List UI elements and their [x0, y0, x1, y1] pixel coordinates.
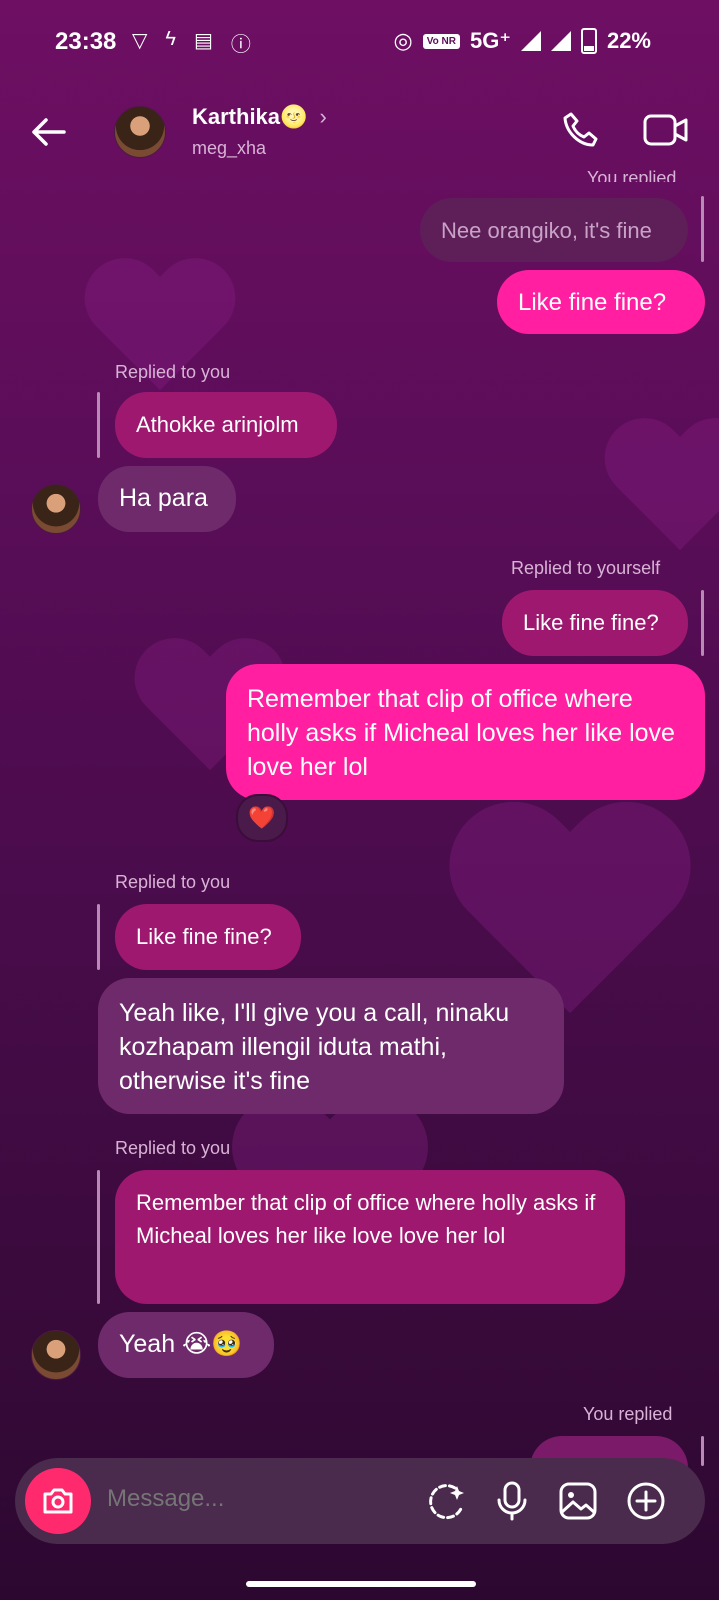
phone-call-icon[interactable]: [561, 110, 601, 150]
message-input[interactable]: [105, 1484, 409, 1514]
message-bubble-received[interactable]: Yeah 😭🥹: [98, 1312, 274, 1378]
chat-header: Karthika🌝 › meg_xha: [0, 86, 719, 176]
message-bubble-sent[interactable]: Like fine fine?: [497, 270, 705, 334]
video-call-icon[interactable]: [643, 112, 689, 148]
status-bar: 23:38 ▽ ϟ ▤ ⓘ ◎ Vo NR 5G⁺ 22%: [0, 0, 719, 86]
calendar-icon: ▤: [193, 30, 213, 52]
quoted-message[interactable]: Like fine fine?: [502, 590, 688, 656]
contact-name-text: Karthika🌝: [192, 104, 308, 129]
gallery-icon[interactable]: [557, 1480, 599, 1522]
quoted-message[interactable]: Athokke arinjolm: [115, 392, 337, 458]
chevron-right-icon: ›: [319, 104, 327, 129]
quote-bar: [97, 904, 100, 970]
notification-icons: ▽ ϟ ▤ ⓘ: [132, 28, 251, 57]
message-bubble-sent[interactable]: Remember that clip of office where holly…: [226, 664, 705, 800]
quoted-message[interactable]: Nee orangiko, it's fine: [420, 198, 688, 262]
contact-username: meg_xha: [192, 138, 267, 158]
background-heart: [600, 420, 719, 570]
replied-label: Replied to you: [115, 872, 231, 892]
microphone-icon[interactable]: [491, 1480, 533, 1522]
heart-reaction[interactable]: ❤️: [236, 794, 288, 842]
vpn-icon: ▽: [132, 30, 148, 52]
replied-label: You replied: [583, 1404, 673, 1424]
signal-icon: [520, 31, 541, 51]
camera-button[interactable]: [25, 1468, 91, 1534]
message-bubble-received[interactable]: Ha para: [98, 466, 236, 532]
background-heart: [80, 260, 240, 410]
signal-icon: [550, 31, 571, 51]
network-label: 5G⁺: [469, 28, 511, 53]
camera-icon: [43, 1488, 73, 1514]
battery-icon: [580, 28, 597, 54]
replied-label: Replied to you: [115, 1138, 231, 1158]
quote-bar: [701, 196, 704, 262]
quoted-message[interactable]: Remember that clip of office where holly…: [115, 1170, 625, 1304]
battery-percent: 22%: [606, 28, 651, 53]
message-bubble-received[interactable]: Yeah like, I'll give you a call, ninaku …: [98, 978, 564, 1114]
avatar[interactable]: [114, 106, 166, 158]
contact-name[interactable]: Karthika🌝 ›: [192, 104, 327, 130]
replied-label: Replied to yourself: [511, 558, 661, 578]
quote-bar: [701, 590, 704, 656]
hotspot-icon: ◎: [393, 28, 413, 53]
replied-label: You replied: [587, 168, 677, 182]
avatar[interactable]: [31, 484, 81, 534]
quote-bar: [97, 1170, 100, 1304]
message-composer: [15, 1458, 705, 1544]
status-time: 23:38: [55, 28, 117, 55]
quoted-message[interactable]: Like fine fine?: [115, 904, 301, 970]
charging-icon: ⓘ: [230, 34, 251, 56]
home-indicator[interactable]: [246, 1581, 476, 1587]
avatar[interactable]: [31, 1330, 81, 1380]
system-icons: ◎ Vo NR 5G⁺ 22%: [394, 28, 651, 54]
sticker-sparkle-icon[interactable]: [425, 1480, 467, 1522]
quote-bar: [701, 1436, 704, 1466]
flash-icon: ϟ: [165, 28, 176, 50]
replied-label: Replied to you: [115, 362, 231, 382]
volte-badge: Vo NR: [422, 33, 460, 49]
back-arrow-icon[interactable]: [28, 112, 68, 159]
add-circle-icon[interactable]: [625, 1480, 667, 1522]
quote-bar: [97, 392, 100, 458]
